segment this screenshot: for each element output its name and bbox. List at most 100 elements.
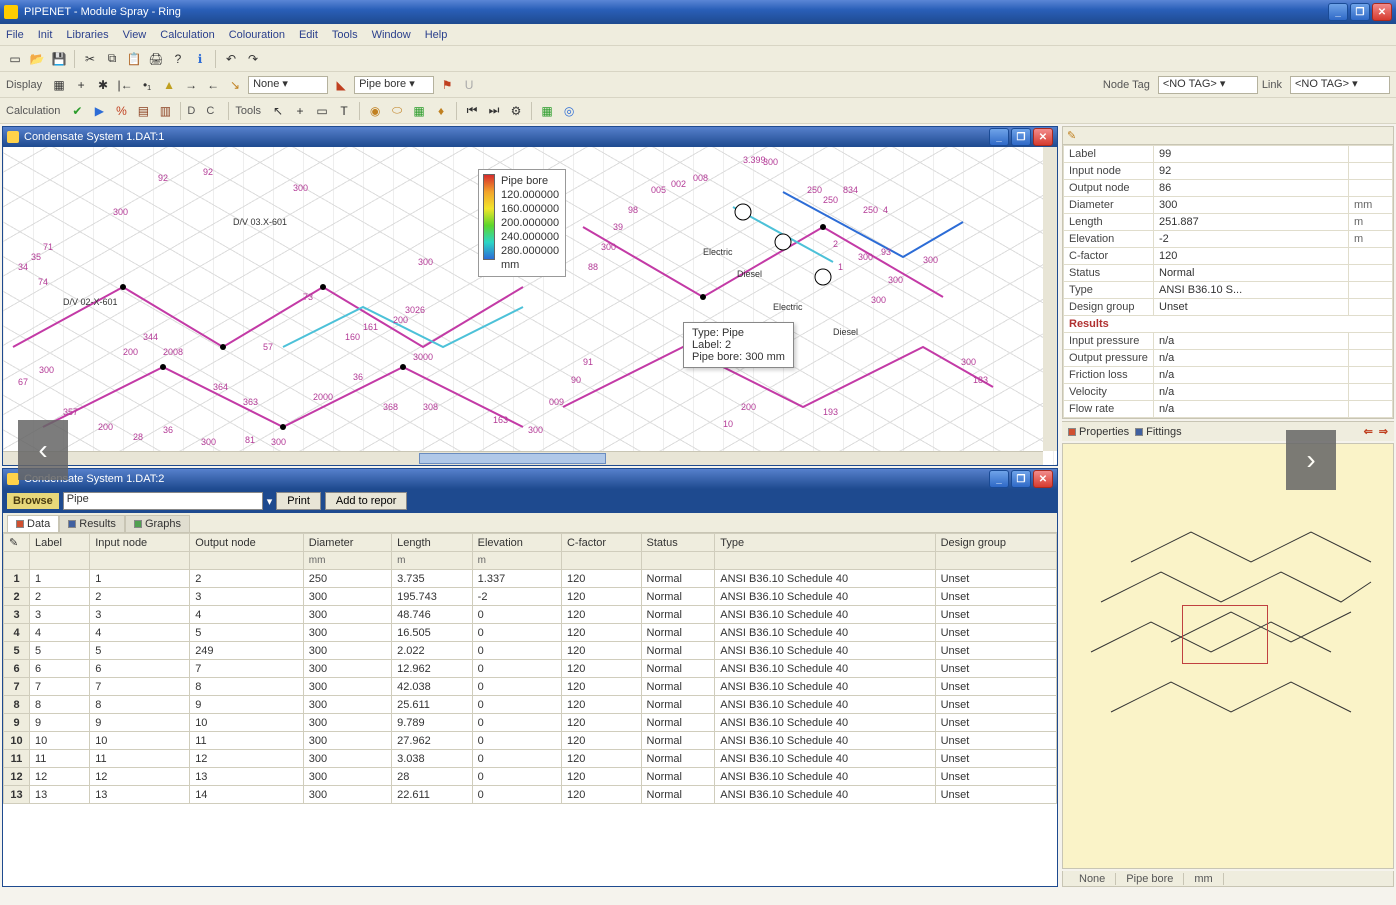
- print-button[interactable]: Print: [276, 492, 321, 510]
- link2-icon[interactable]: ⬭: [388, 102, 406, 120]
- table-row[interactable]: 999103009.7890120NormalANSI B36.10 Sched…: [4, 714, 1057, 732]
- mdi1-titlebar[interactable]: Condensate System 1.DAT:1 _ ❐ ✕: [3, 127, 1057, 147]
- node1-icon[interactable]: •₁: [138, 76, 156, 94]
- table-row[interactable]: 2223300195.743-2120NormalANSI B36.10 Sch…: [4, 588, 1057, 606]
- carousel-next-button[interactable]: ›: [1286, 430, 1336, 490]
- mdi2-titlebar[interactable]: Condensate System 1.DAT:2 _ ❐ ✕: [3, 469, 1057, 489]
- menu-window[interactable]: Window: [372, 29, 411, 41]
- pointer-icon[interactable]: ↖: [269, 102, 287, 120]
- print-icon[interactable]: 🖨: [147, 50, 165, 68]
- redo-icon[interactable]: ↷: [244, 50, 262, 68]
- canvas-vscroll[interactable]: [1043, 147, 1057, 451]
- asterisk-icon[interactable]: ✱: [94, 76, 112, 94]
- tab-graphs[interactable]: Graphs: [125, 515, 190, 532]
- link-select[interactable]: <NO TAG> ▾: [1290, 76, 1390, 94]
- data-grid[interactable]: ✎ Label Input node Output node Diameter …: [3, 533, 1057, 886]
- target-icon[interactable]: ◎: [560, 102, 578, 120]
- menu-file[interactable]: File: [6, 29, 24, 41]
- menu-calculation[interactable]: Calculation: [160, 29, 214, 41]
- menu-colouration[interactable]: Colouration: [229, 29, 285, 41]
- tab-data[interactable]: Data: [7, 515, 59, 532]
- arrow-right-icon[interactable]: →: [182, 76, 200, 94]
- props-table[interactable]: Label99Input node92Output node86Diameter…: [1063, 145, 1393, 418]
- table-row[interactable]: 333430048.7460120NormalANSI B36.10 Sched…: [4, 606, 1057, 624]
- copy-icon[interactable]: ⧉: [103, 50, 121, 68]
- add-to-report-button[interactable]: Add to repor: [325, 492, 408, 510]
- mdi2-minimize[interactable]: _: [989, 470, 1009, 488]
- col-dia[interactable]: Diameter: [303, 534, 391, 552]
- props-pencil-icon[interactable]: ✎: [1067, 129, 1076, 142]
- table-row[interactable]: 888930025.6110120NormalANSI B36.10 Sched…: [4, 696, 1057, 714]
- table-row[interactable]: 777830042.0380120NormalANSI B36.10 Sched…: [4, 678, 1057, 696]
- tab-fittings[interactable]: Fittings: [1135, 426, 1181, 438]
- col-len[interactable]: Length: [392, 534, 473, 552]
- tab-properties[interactable]: Properties: [1068, 426, 1129, 438]
- menu-view[interactable]: View: [123, 29, 147, 41]
- overview-map[interactable]: [1062, 443, 1394, 869]
- skip-start-icon[interactable]: ⏮: [463, 102, 481, 120]
- table-row[interactable]: 5552493002.0220120NormalANSI B36.10 Sche…: [4, 642, 1057, 660]
- browse-select[interactable]: Pipe: [63, 492, 263, 510]
- grid-icon[interactable]: ▦: [50, 76, 68, 94]
- info-icon[interactable]: ℹ: [191, 50, 209, 68]
- close-button[interactable]: ✕: [1372, 3, 1392, 21]
- col-type[interactable]: Type: [715, 534, 935, 552]
- table-row[interactable]: 666730012.9620120NormalANSI B36.10 Sched…: [4, 660, 1057, 678]
- link1-icon[interactable]: ◉: [366, 102, 384, 120]
- report1-icon[interactable]: ▤: [134, 102, 152, 120]
- minimize-button[interactable]: _: [1328, 3, 1348, 21]
- nodetag-select[interactable]: <NO TAG> ▾: [1158, 76, 1258, 94]
- palette-icon[interactable]: ◣: [332, 76, 350, 94]
- col-elev[interactable]: Elevation: [472, 534, 561, 552]
- undo-icon[interactable]: ↶: [222, 50, 240, 68]
- hscroll-thumb[interactable]: [419, 453, 606, 464]
- new-icon[interactable]: ▭: [6, 50, 24, 68]
- arrow-down-icon[interactable]: ↘: [226, 76, 244, 94]
- mdi1-close[interactable]: ✕: [1033, 128, 1053, 146]
- arrow-left-icon[interactable]: ←: [204, 76, 222, 94]
- col-input[interactable]: Input node: [90, 534, 190, 552]
- schematic-canvas[interactable]: 92 92 300 D/V 03.X-601 D/V 02-X-601 Elec…: [3, 147, 1057, 465]
- table-row[interactable]: 12121213300280120NormalANSI B36.10 Sched…: [4, 768, 1057, 786]
- menu-tools[interactable]: Tools: [332, 29, 358, 41]
- text-icon[interactable]: T: [335, 102, 353, 120]
- play-icon[interactable]: ▶: [90, 102, 108, 120]
- img-icon[interactable]: ▦: [538, 102, 556, 120]
- check-icon[interactable]: ✔: [68, 102, 86, 120]
- add-icon[interactable]: +: [291, 102, 309, 120]
- col-status[interactable]: Status: [641, 534, 715, 552]
- col-label[interactable]: Label: [30, 534, 90, 552]
- open-icon[interactable]: 📂: [28, 50, 46, 68]
- plus-icon[interactable]: +: [72, 76, 90, 94]
- table-row[interactable]: 1313131430022.6110120NormalANSI B36.10 S…: [4, 786, 1057, 804]
- paste-icon[interactable]: 📋: [125, 50, 143, 68]
- table-row[interactable]: 1010101130027.9620120NormalANSI B36.10 S…: [4, 732, 1057, 750]
- canvas-hscroll[interactable]: [3, 451, 1043, 465]
- display-select-none[interactable]: None ▾: [248, 76, 328, 94]
- table-row[interactable]: 444530016.5050120NormalANSI B36.10 Sched…: [4, 624, 1057, 642]
- mdi1-maximize[interactable]: ❐: [1011, 128, 1031, 146]
- table-row[interactable]: 11122503.7351.337120NormalANSI B36.10 Sc…: [4, 570, 1057, 588]
- mdi2-maximize[interactable]: ❐: [1011, 470, 1031, 488]
- menu-init[interactable]: Init: [38, 29, 53, 41]
- warn-icon[interactable]: ▲: [160, 76, 178, 94]
- menu-libraries[interactable]: Libraries: [66, 29, 108, 41]
- save-icon[interactable]: 💾: [50, 50, 68, 68]
- viewport-rect[interactable]: [1182, 605, 1268, 664]
- rect-icon[interactable]: ▭: [313, 102, 331, 120]
- percent-icon[interactable]: %: [112, 102, 130, 120]
- menu-edit[interactable]: Edit: [299, 29, 318, 41]
- tab-results[interactable]: Results: [59, 515, 125, 532]
- props-nav-arrows[interactable]: ⇐⇒: [1364, 425, 1388, 438]
- link4-icon[interactable]: ♦: [432, 102, 450, 120]
- adjust-icon[interactable]: ⚙: [507, 102, 525, 120]
- flag-icon[interactable]: ⚑: [438, 76, 456, 94]
- hdr-pencil[interactable]: ✎: [4, 534, 30, 552]
- report2-icon[interactable]: ▥: [156, 102, 174, 120]
- col-cfac[interactable]: C-factor: [561, 534, 641, 552]
- lbracket-icon[interactable]: |←: [116, 76, 134, 94]
- col-dg[interactable]: Design group: [935, 534, 1056, 552]
- display-select-pipebore[interactable]: Pipe bore ▾: [354, 76, 434, 94]
- mdi1-minimize[interactable]: _: [989, 128, 1009, 146]
- col-output[interactable]: Output node: [190, 534, 304, 552]
